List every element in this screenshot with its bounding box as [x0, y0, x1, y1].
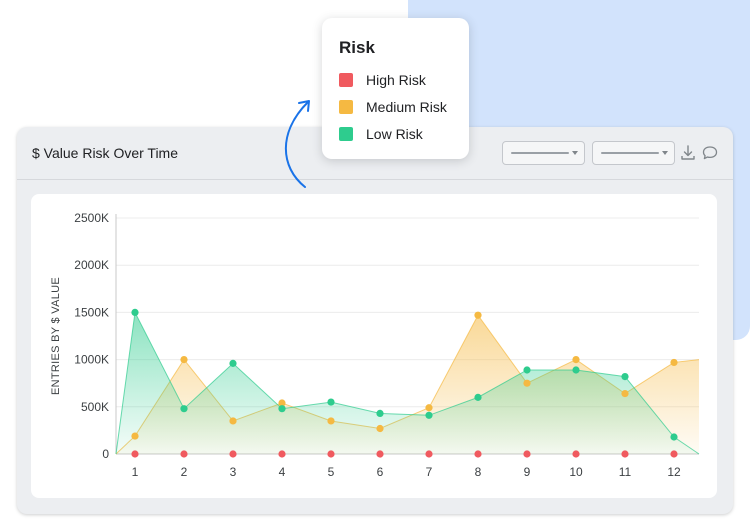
legend-swatch: [339, 73, 353, 87]
x-tick-label: 11: [619, 465, 632, 479]
legend-popover: Risk High Risk Medium Risk Low Risk: [322, 18, 469, 159]
data-point: [180, 356, 187, 363]
data-point: [474, 394, 481, 401]
data-point: [621, 450, 628, 457]
data-point: [229, 450, 236, 457]
area-chart: 0500K1000K1500K2000K2500K123456789101112…: [31, 194, 717, 498]
data-point: [572, 450, 579, 457]
data-point: [229, 417, 236, 424]
data-point: [180, 450, 187, 457]
data-point: [572, 356, 579, 363]
data-point: [327, 417, 334, 424]
data-point: [376, 425, 383, 432]
y-tick-label: 2500K: [74, 211, 109, 225]
legend-label: Medium Risk: [366, 99, 447, 115]
chart-widget: $ Value Risk Over Time 0 500K 1000K 1500K 20…: [17, 127, 733, 514]
data-point: [425, 404, 432, 411]
data-point: [131, 309, 138, 316]
data-point: [278, 450, 285, 457]
widget-title: $ Value Risk Over Time: [32, 145, 178, 161]
data-point: [376, 410, 383, 417]
dropdown-placeholder: [511, 152, 569, 154]
x-tick-label: 12: [667, 465, 681, 479]
x-tick-label: 7: [426, 465, 433, 479]
x-tick-label: 4: [279, 465, 286, 479]
dropdown-placeholder: [601, 152, 659, 154]
x-tick-label: 3: [230, 465, 237, 479]
data-point: [229, 360, 236, 367]
filter-dropdown-1[interactable]: [502, 141, 585, 165]
data-point: [621, 390, 628, 397]
data-point: [425, 412, 432, 419]
data-point: [278, 405, 285, 412]
data-point: [131, 450, 138, 457]
comment-icon[interactable]: [701, 144, 719, 162]
chevron-down-icon: [572, 151, 578, 155]
legend-title: Risk: [339, 38, 375, 58]
x-tick-label: 5: [328, 465, 335, 479]
chevron-down-icon: [662, 151, 668, 155]
data-point: [523, 380, 530, 387]
data-point: [670, 450, 677, 457]
y-tick-label: 1000K: [74, 353, 109, 367]
filter-dropdown-2[interactable]: [592, 141, 675, 165]
legend-swatch: [339, 100, 353, 114]
data-point: [621, 373, 628, 380]
y-tick-label: 500K: [81, 400, 109, 414]
x-tick-label: 8: [475, 465, 482, 479]
legend-label: High Risk: [366, 72, 426, 88]
y-axis-label: ENTRIES BY $ VALUE: [50, 277, 62, 395]
data-point: [131, 432, 138, 439]
y-tick-label: 0: [102, 447, 109, 461]
data-point: [327, 450, 334, 457]
data-point: [376, 450, 383, 457]
data-point: [327, 398, 334, 405]
x-tick-label: 6: [377, 465, 384, 479]
x-tick-label: 10: [569, 465, 583, 479]
y-tick-label: 2000K: [74, 258, 109, 272]
pointer-arrow-icon: [270, 92, 320, 192]
data-point: [425, 450, 432, 457]
data-point: [474, 450, 481, 457]
data-point: [670, 433, 677, 440]
data-point: [523, 366, 530, 373]
legend-swatch: [339, 127, 353, 141]
plot-area: 0500K1000K1500K2000K2500K123456789101112…: [31, 194, 717, 498]
x-tick-label: 2: [181, 465, 188, 479]
legend-label: Low Risk: [366, 126, 423, 142]
x-tick-label: 9: [524, 465, 531, 479]
x-tick-label: 1: [132, 465, 139, 479]
data-point: [523, 450, 530, 457]
data-point: [670, 359, 677, 366]
data-point: [474, 312, 481, 319]
header-divider: [17, 179, 733, 180]
y-tick-label: 1500K: [74, 305, 109, 319]
data-point: [572, 366, 579, 373]
download-icon[interactable]: [679, 144, 697, 162]
data-point: [180, 405, 187, 412]
